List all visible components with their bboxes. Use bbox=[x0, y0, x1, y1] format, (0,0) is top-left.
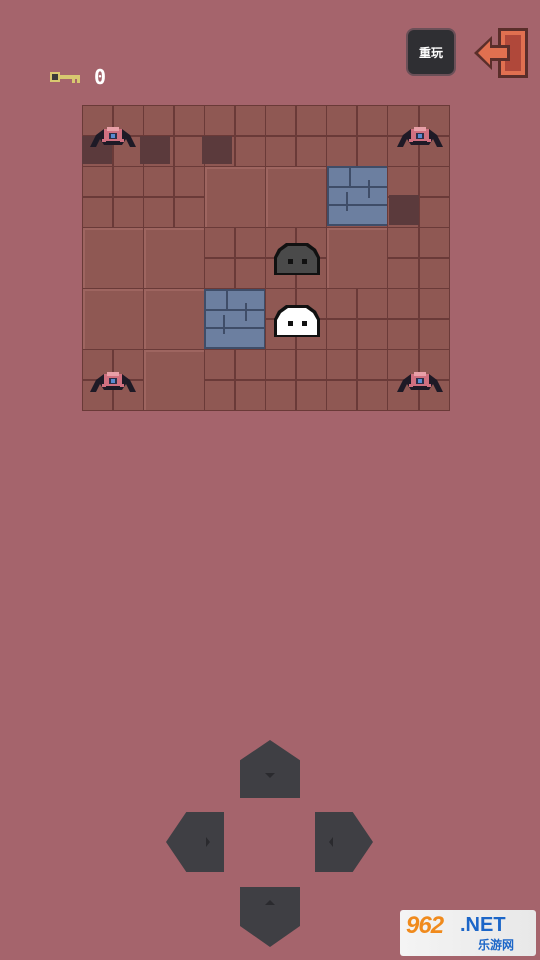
down-arrow-icon bbox=[265, 773, 275, 778]
floor-tile bbox=[387, 227, 450, 289]
floor-tile bbox=[143, 227, 205, 289]
spider-enemy-icon bbox=[90, 127, 136, 147]
floor-tile bbox=[204, 349, 266, 411]
stone-wall bbox=[327, 166, 389, 226]
key-icon bbox=[50, 72, 80, 83]
floor-tile bbox=[265, 105, 327, 167]
dpad-up-button[interactable] bbox=[240, 740, 300, 798]
floor-tile bbox=[82, 166, 144, 228]
floor-tile bbox=[204, 227, 266, 289]
floor-tile bbox=[82, 288, 144, 350]
floor-tile bbox=[326, 227, 388, 289]
up-arrow-icon bbox=[265, 900, 275, 905]
spider-enemy-icon bbox=[90, 371, 136, 392]
game-board bbox=[82, 105, 450, 411]
left-arrow-icon bbox=[329, 837, 333, 847]
watermark-brand-suffix: .NET bbox=[460, 914, 506, 936]
watermark-subtitle: 乐游网 bbox=[478, 938, 515, 952]
floor-tile bbox=[143, 166, 205, 228]
floor-shadow bbox=[140, 136, 170, 164]
floor-shadow bbox=[389, 195, 419, 225]
spider-enemy-icon bbox=[396, 127, 443, 147]
right-arrow-icon bbox=[206, 837, 210, 847]
player-slime bbox=[273, 304, 320, 337]
floor-tile bbox=[143, 349, 205, 411]
watermark-logo: 962 .NET 乐游网 bbox=[400, 910, 536, 956]
dpad-right-button[interactable] bbox=[315, 812, 373, 872]
floor-tile bbox=[143, 288, 205, 350]
floor-shadow bbox=[202, 136, 232, 164]
floor-tile bbox=[204, 166, 266, 228]
floor-tile bbox=[387, 288, 450, 350]
floor-tile bbox=[326, 105, 388, 167]
spider-enemy-icon bbox=[396, 371, 443, 392]
replay-button[interactable]: 重玩 bbox=[406, 28, 456, 76]
exit-door-icon[interactable] bbox=[472, 26, 532, 80]
dpad-down-button[interactable] bbox=[240, 887, 300, 947]
floor-tile bbox=[265, 166, 327, 228]
floor-tile bbox=[265, 349, 327, 411]
stone-wall bbox=[204, 289, 266, 349]
floor-tile bbox=[82, 227, 144, 289]
floor-tile bbox=[326, 288, 388, 350]
floor-tile bbox=[326, 349, 388, 411]
watermark-brand: 962 bbox=[406, 912, 444, 939]
keys-counter: 0 bbox=[94, 65, 107, 89]
dark-slime-block bbox=[273, 243, 320, 276]
dpad-left-button[interactable] bbox=[166, 812, 224, 872]
